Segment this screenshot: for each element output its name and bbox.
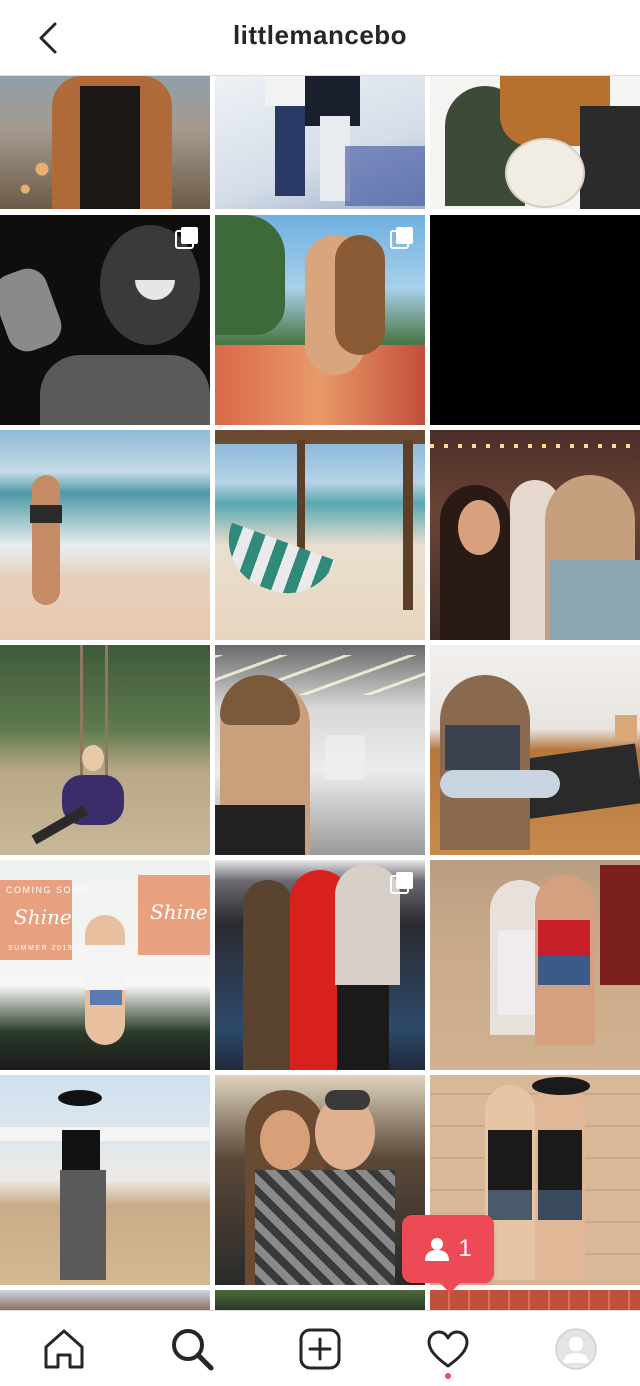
grid-post-6[interactable] [430, 215, 640, 425]
nav-home-button[interactable] [40, 1325, 88, 1373]
photo-grid: COMING SOON Shine SUMMER 2019 Shine [0, 76, 640, 1310]
heart-icon [427, 1330, 469, 1368]
top-bar: littlemancebo [0, 0, 640, 76]
grid-post-11[interactable] [215, 645, 425, 855]
grid-post-3[interactable] [430, 76, 640, 209]
nav-activity-button[interactable] [424, 1325, 472, 1373]
plus-square-icon [299, 1328, 341, 1370]
grid-post-4[interactable] [0, 215, 210, 425]
grid-post-20[interactable] [215, 1290, 425, 1310]
grid-post-14[interactable] [215, 860, 425, 1070]
grid-post-8[interactable] [215, 430, 425, 640]
activity-dot [445, 1373, 451, 1379]
grid-post-9[interactable] [430, 430, 640, 640]
notification-count: 1 [458, 1235, 472, 1262]
shine-text: Shine [14, 905, 72, 929]
bottom-nav [0, 1310, 640, 1386]
grid-post-13[interactable]: COMING SOON Shine SUMMER 2019 Shine [0, 860, 210, 1070]
search-icon [172, 1329, 214, 1371]
summer-text: SUMMER 2019 [8, 945, 74, 952]
grid-post-16[interactable] [0, 1075, 210, 1285]
person-icon [425, 1238, 450, 1261]
shine-text-right: Shine [150, 900, 208, 924]
nav-profile-button[interactable] [552, 1325, 600, 1373]
grid-post-17[interactable] [215, 1075, 425, 1285]
nav-search-button[interactable] [168, 1325, 216, 1373]
multi-photo-icon [175, 227, 198, 249]
nav-add-button[interactable] [296, 1325, 344, 1373]
page-title: littlemancebo [232, 20, 408, 50]
multi-photo-icon [390, 872, 413, 894]
grid-post-2[interactable] [215, 76, 425, 209]
multi-photo-icon [390, 227, 413, 249]
grid-post-5[interactable] [215, 215, 425, 425]
activity-notification[interactable]: 1 [402, 1215, 494, 1293]
grid-post-10[interactable] [0, 645, 210, 855]
grid-post-19[interactable] [0, 1290, 210, 1310]
grid-post-15[interactable] [430, 860, 640, 1070]
coming-soon-text: COMING SOON [6, 885, 89, 895]
grid-post-7[interactable] [0, 430, 210, 640]
grid-post-21[interactable] [430, 1290, 640, 1310]
grid-post-1[interactable] [0, 76, 210, 209]
home-icon [44, 1329, 84, 1369]
grid-post-12[interactable] [430, 645, 640, 855]
avatar-icon [555, 1328, 597, 1370]
